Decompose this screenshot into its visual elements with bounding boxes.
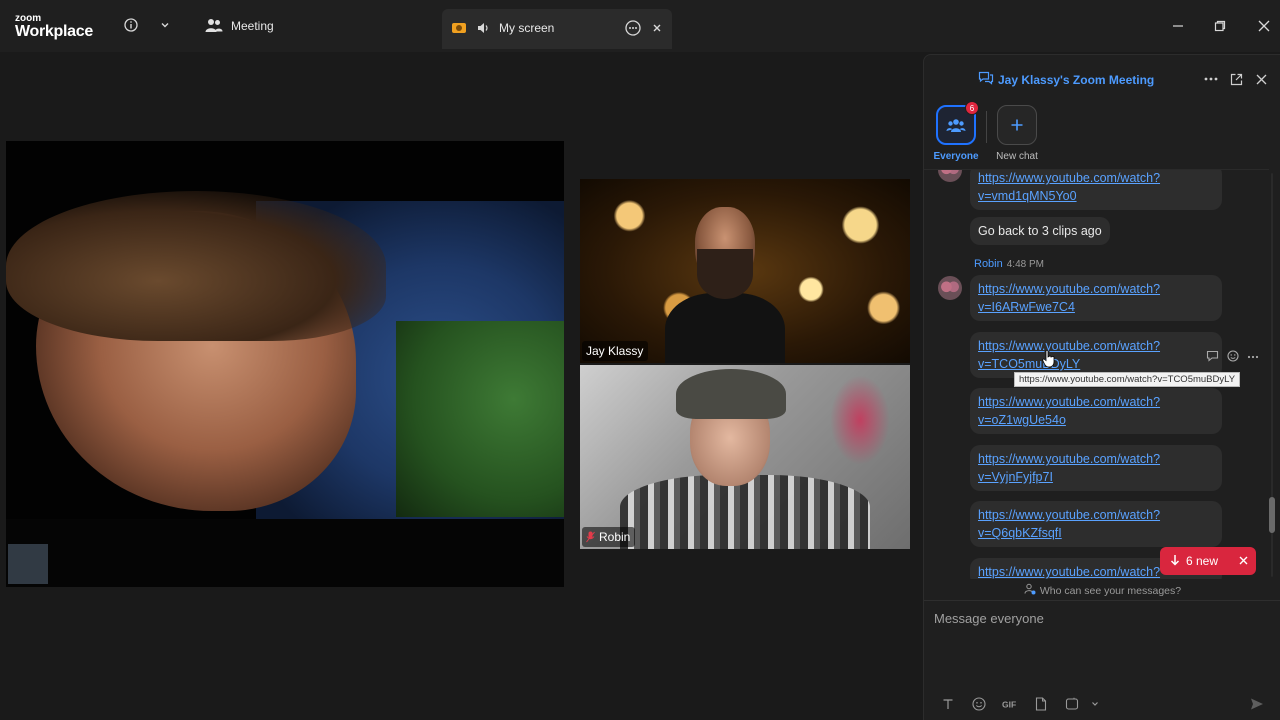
more-options-icon[interactable] [624, 19, 642, 37]
gif-icon[interactable]: GIF [1001, 695, 1019, 713]
message-link[interactable]: https://www.youtube.com/watch? v=I6ARwFwe… [978, 282, 1160, 314]
video-frame-hair [6, 191, 386, 341]
chevron-down-icon[interactable] [156, 16, 174, 34]
reply-icon[interactable] [1206, 350, 1219, 365]
avatar [938, 170, 962, 182]
message-sender: Robin 4:48 PM [974, 258, 1044, 270]
message-list[interactable]: https://www.youtube.com/watch? v=vmd1qMN5… [924, 169, 1269, 579]
meeting-menu-label[interactable]: Meeting [231, 19, 274, 33]
person-lock-icon [1024, 583, 1036, 598]
screen-share-icon [450, 19, 468, 37]
plus-icon [997, 105, 1037, 145]
info-icon[interactable] [122, 16, 140, 34]
video-frame-shirt [396, 321, 564, 517]
message-link[interactable]: https://www.youtube.com/watch? v=TCO5muBD… [978, 339, 1160, 371]
message-bubble: https://www.youtube.com/watch? v=vmd1qMN5… [970, 170, 1222, 210]
message-input[interactable] [934, 611, 1264, 671]
who-can-see-link[interactable]: Who can see your messages? [924, 583, 1280, 598]
chat-header: Jay Klassy's Zoom Meeting [924, 67, 1280, 89]
message-actions [1206, 350, 1259, 365]
message-bubble: Go back to 3 clips ago [970, 217, 1110, 245]
close-chat-icon[interactable] [1253, 71, 1269, 87]
restore-window-icon[interactable] [1212, 18, 1228, 34]
channel-new-chat[interactable]: New chat [982, 105, 1052, 162]
message-link[interactable]: https://www.youtube.com/watch? v=VyjnFyjf… [978, 452, 1160, 484]
message-bubble: https://www.youtube.com/watch? v=VyjnFyjf… [970, 445, 1222, 491]
emoji-icon[interactable] [970, 695, 988, 713]
chat-bubble-icon [978, 71, 994, 88]
participant-video-jay [665, 207, 785, 363]
file-icon[interactable] [1032, 695, 1050, 713]
participant-name-tag: Jay Klassy [582, 341, 649, 361]
new-messages-button[interactable]: 6 new [1160, 547, 1256, 575]
message-link[interactable]: https://www.youtube.com/watch? [978, 565, 1160, 579]
mouse-cursor-icon [1042, 349, 1056, 368]
chat-panel: Jay Klassy's Zoom Meeting 6 Everyone New… [923, 54, 1280, 720]
message-bubble: https://www.youtube.com/watch? v=Q6qbKZfs… [970, 501, 1222, 547]
svg-text:GIF: GIF [1002, 700, 1016, 710]
my-screen-tab[interactable]: My screen [442, 9, 672, 49]
mic-muted-icon [586, 531, 595, 543]
send-icon[interactable] [1248, 695, 1266, 713]
participants-icon[interactable] [205, 16, 223, 34]
speaker-icon[interactable] [474, 19, 492, 37]
avatar [938, 276, 962, 300]
more-actions-icon[interactable] [1247, 350, 1259, 365]
dismiss-icon[interactable] [1239, 554, 1248, 568]
shared-screen-video [6, 141, 564, 587]
text-format-icon[interactable] [939, 695, 957, 713]
screenshot-icon[interactable] [1063, 695, 1081, 713]
my-screen-label: My screen [499, 21, 555, 35]
emoji-reaction-icon[interactable] [1227, 350, 1239, 365]
message-link[interactable]: https://www.youtube.com/watch? v=vmd1qMN5… [978, 171, 1160, 203]
zoom-workplace-logo: zoom Workplace [15, 13, 93, 40]
participant-tile-jay[interactable]: Jay Klassy [580, 179, 910, 363]
message-scrollbar[interactable] [1269, 173, 1275, 577]
arrow-down-icon [1170, 554, 1180, 569]
people-icon: 6 [936, 101, 979, 145]
close-tab-icon[interactable] [648, 19, 666, 37]
close-window-icon[interactable] [1256, 18, 1272, 34]
video-thumbnail[interactable] [8, 544, 48, 584]
chat-title: Jay Klassy's Zoom Meeting [978, 71, 1154, 88]
more-icon[interactable] [1203, 71, 1219, 87]
scrollbar-thumb[interactable] [1269, 497, 1275, 533]
message-text: Go back to 3 clips ago [978, 224, 1102, 238]
message-composer: GIF [924, 600, 1280, 720]
zoom-window: zoom Workplace Meeting My screen Jay Kla… [0, 0, 1280, 720]
message-link[interactable]: https://www.youtube.com/watch? v=oZ1wgUe5… [978, 395, 1160, 427]
minimize-window-icon[interactable] [1170, 18, 1186, 34]
title-bar: zoom Workplace Meeting My screen [0, 0, 1280, 52]
message-link[interactable]: https://www.youtube.com/watch? v=Q6qbKZfs… [978, 508, 1160, 540]
pop-out-icon[interactable] [1228, 71, 1244, 87]
participant-name-tag: Robin [582, 527, 636, 547]
participant-tile-robin[interactable]: Robin [580, 365, 910, 549]
chevron-down-icon[interactable] [1086, 695, 1104, 713]
video-frame-letterbox [6, 519, 564, 587]
message-bubble: https://www.youtube.com/watch? v=I6ARwFwe… [970, 275, 1222, 321]
channel-everyone[interactable]: 6 Everyone [924, 101, 991, 162]
unread-badge: 6 [965, 101, 979, 115]
link-tooltip: https://www.youtube.com/watch?v=TCO5muBD… [1014, 372, 1241, 387]
message-bubble: https://www.youtube.com/watch? v=oZ1wgUe5… [970, 388, 1222, 434]
